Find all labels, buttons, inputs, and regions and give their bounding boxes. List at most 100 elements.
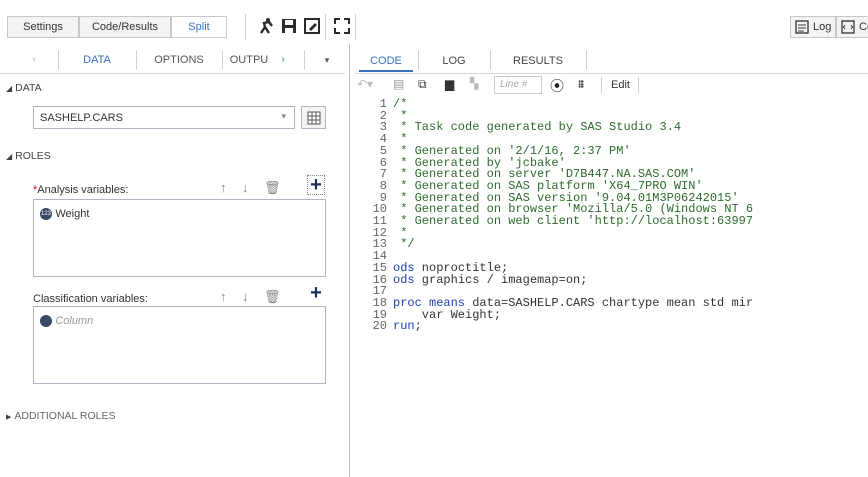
code-text: */ <box>393 237 415 252</box>
run-icon[interactable] <box>257 17 275 35</box>
add-plus-icon[interactable]: + <box>307 175 325 195</box>
open-file-icon[interactable]: ▤ <box>393 77 404 91</box>
classification-variables-list[interactable]: Column <box>33 306 326 384</box>
code-line[interactable]: 15 ods noproctitle; <box>355 262 868 274</box>
tab-output[interactable]: OUTPU <box>224 48 274 72</box>
line-number: 5 <box>379 143 387 158</box>
table-grid-icon <box>307 111 321 125</box>
tab-divider <box>136 50 137 70</box>
tab-log[interactable]: LOG <box>423 50 485 72</box>
classification-variables-label: Classification variables: <box>33 293 148 305</box>
code-editor[interactable]: 1/* 2 * 3 * Task code generated by SAS Stu… <box>355 96 868 477</box>
add-plus-icon[interactable]: + <box>307 283 325 303</box>
list-item[interactable]: 123 Weight <box>40 206 89 220</box>
edit-button[interactable]: Edit <box>611 79 630 91</box>
find-binoculars-icon[interactable]: ⩩ <box>578 77 584 92</box>
line-number: 20 <box>372 319 387 334</box>
code-results-button[interactable]: Code/Results <box>79 16 171 38</box>
trash-icon[interactable]: 🗑 <box>264 289 281 305</box>
code-text: * Generated on web client 'http://localh… <box>393 214 754 228</box>
code-line[interactable]: 11 * Generated on web client 'http://loc… <box>355 215 868 227</box>
tab-results[interactable]: RESULTS <box>495 50 581 72</box>
tab-divider <box>418 50 419 70</box>
code-text: * Generated on '2/1/16, 2:37 PM' <box>393 143 631 158</box>
analysis-variables-list[interactable]: 123 Weight <box>33 199 326 277</box>
expand-triangle-icon: ▶ <box>6 414 12 421</box>
code-line[interactable]: 20 run; <box>355 320 868 332</box>
tab-data[interactable]: DATA <box>62 48 132 72</box>
print-icon[interactable]: ▆ <box>445 77 454 91</box>
data-section-header[interactable]: ◢ DATA <box>6 82 42 94</box>
dataset-select[interactable]: SASHELP.CARS ▾ <box>33 106 295 129</box>
go-to-line-icon[interactable]: ⦿ <box>550 76 564 96</box>
log-button[interactable]: Log <box>790 16 836 38</box>
tab-divider <box>586 50 587 70</box>
code-text: run; <box>393 319 422 334</box>
paste-icon[interactable]: ▚ <box>470 77 478 90</box>
code-line[interactable]: 3 * Task code generated by SAS Studio 3.… <box>355 121 868 133</box>
log-icon <box>795 20 809 34</box>
task-settings-panel: ‹ DATA OPTIONS OUTPU › ▾ ◢ DATA SASHELP.C… <box>0 44 345 477</box>
tab-divider <box>58 50 59 70</box>
toolbar-divider <box>325 14 326 40</box>
analysis-variables-label: *Analysis variables: <box>33 184 128 196</box>
trash-icon[interactable]: 🗑 <box>264 180 281 196</box>
maximize-icon[interactable] <box>333 17 351 35</box>
save-icon[interactable] <box>280 17 298 35</box>
tab-divider <box>490 50 491 70</box>
code-text: ods graphics / imagemap=on; <box>393 272 588 287</box>
code-line[interactable]: 16 ods graphics / imagemap=on; <box>355 274 868 286</box>
log-button-label: Log <box>813 21 832 33</box>
move-down-arrow-icon[interactable]: ↓ <box>242 289 249 304</box>
additional-roles-label: ADDITIONAL ROLES <box>14 410 116 422</box>
data-section-label: DATA <box>15 82 42 94</box>
move-down-arrow-icon[interactable]: ↓ <box>242 180 249 195</box>
additional-roles-header[interactable]: ▶ ADDITIONAL ROLES <box>6 410 116 422</box>
dataset-select-value: SASHELP.CARS <box>40 112 123 124</box>
tool-divider <box>601 77 602 93</box>
tab-scroll-left-icon[interactable]: ‹ <box>28 48 40 72</box>
dataset-browse-button[interactable] <box>301 106 326 129</box>
tab-options[interactable]: OPTIONS <box>140 48 218 72</box>
save-as-icon[interactable] <box>303 17 321 35</box>
numeric-variable-icon: 123 <box>40 207 52 220</box>
split-button[interactable]: Split <box>171 16 227 38</box>
tab-code[interactable]: CODE <box>359 50 413 72</box>
move-up-arrow-icon[interactable]: ↑ <box>220 180 227 195</box>
code-text: * Task code generated by SAS Studio 3.4 <box>393 120 682 135</box>
undo-icon[interactable]: ↶▾ <box>357 77 373 91</box>
variable-name: Weight <box>55 207 90 220</box>
move-up-arrow-icon[interactable]: ↑ <box>220 289 227 304</box>
copy-icon[interactable]: ⧉ <box>418 77 427 92</box>
tab-divider <box>304 50 305 70</box>
column-icon <box>40 314 52 327</box>
code-button[interactable]: Code <box>836 16 868 38</box>
main-toolbar: Settings Code/Results Split Log Code <box>0 0 868 44</box>
code-panel: CODE LOG RESULTS ↶▾ ▤ ⧉ ▆ ▚ Line # ⦿ ⩩ E… <box>355 44 868 477</box>
tab-menu-chevron-icon[interactable]: ▾ <box>320 48 334 72</box>
roles-section-label: ROLES <box>15 150 51 162</box>
code-line[interactable]: 1/* <box>355 98 868 110</box>
tool-divider <box>638 77 639 93</box>
settings-button[interactable]: Settings <box>7 16 79 38</box>
toolbar-divider <box>355 14 356 40</box>
collapse-triangle-icon: ◢ <box>6 152 13 161</box>
collapse-triangle-icon: ◢ <box>6 84 13 93</box>
code-line[interactable]: 19 var Weight; <box>355 309 868 321</box>
roles-section-header[interactable]: ◢ ROLES <box>6 150 51 162</box>
line-number-input[interactable]: Line # <box>494 76 542 94</box>
chevron-down-icon: ▾ <box>281 111 286 121</box>
list-item: Column <box>40 313 93 327</box>
column-placeholder: Column <box>55 314 94 327</box>
code-line[interactable]: 13 */ <box>355 238 868 250</box>
code-button-label: Code <box>859 21 868 33</box>
analysis-variables-text: Analysis variables: <box>37 184 129 196</box>
code-icon <box>841 20 855 34</box>
tab-scroll-right-icon[interactable]: › <box>276 48 290 72</box>
panel-splitter[interactable] <box>349 44 350 477</box>
code-line[interactable]: 12 * <box>355 227 868 239</box>
tab-divider <box>222 50 223 70</box>
toolbar-divider <box>245 14 246 40</box>
line-number-placeholder: Line # <box>500 79 528 90</box>
code-line[interactable]: 5 * Generated on '2/1/16, 2:37 PM' <box>355 145 868 157</box>
